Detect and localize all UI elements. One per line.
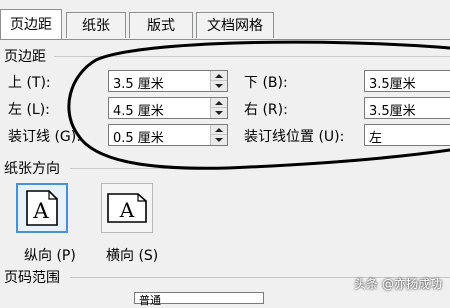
left-margin-spinner[interactable] bbox=[210, 98, 227, 118]
gutter-position-label: 装订线位置 (U): bbox=[244, 129, 345, 145]
tab-paper[interactable]: 纸张 bbox=[66, 12, 126, 38]
margins-group-title: 页边距 bbox=[4, 49, 46, 65]
bottom-margin-field[interactable]: 3.5厘米 bbox=[364, 70, 450, 92]
portrait-label: 纵向 (P) bbox=[24, 248, 76, 264]
top-margin-label: 上 (T): bbox=[8, 75, 51, 91]
gutter-label: 装订线 (G): bbox=[8, 129, 81, 145]
left-margin-field[interactable]: 4.5 厘米 bbox=[108, 97, 228, 119]
gutter-value: 0.5 厘米 bbox=[113, 131, 164, 146]
landscape-icon-letter: A bbox=[119, 198, 135, 222]
right-margin-value: 3.5厘米 bbox=[369, 104, 416, 119]
left-margin-value: 4.5 厘米 bbox=[113, 104, 164, 119]
tab-document-grid[interactable]: 文档网格 bbox=[196, 12, 274, 38]
bottom-margin-label: 下 (B): bbox=[244, 75, 288, 91]
spin-down-icon[interactable] bbox=[211, 108, 227, 118]
top-margin-value: 3.5 厘米 bbox=[113, 77, 164, 92]
margins-group-divider bbox=[54, 56, 450, 57]
spin-up-icon[interactable] bbox=[211, 71, 227, 81]
gutter-field[interactable]: 0.5 厘米 bbox=[108, 124, 228, 146]
bottom-margin-value: 3.5厘米 bbox=[369, 77, 416, 92]
orientation-group-divider bbox=[70, 168, 190, 169]
orientation-group-title: 纸张方向 bbox=[4, 161, 60, 177]
multiple-pages-value: 普通 bbox=[139, 294, 161, 307]
right-margin-field[interactable]: 3.5厘米 bbox=[364, 97, 450, 119]
landscape-label: 横向 (S) bbox=[106, 248, 159, 264]
tab-strip: 页边距 纸张 版式 文档网格 bbox=[0, 0, 450, 40]
multiple-pages-select[interactable]: 普通 bbox=[134, 292, 264, 307]
gutter-position-value: 左 bbox=[369, 131, 383, 146]
pages-group-title: 页码范围 bbox=[4, 270, 60, 286]
tab-margins[interactable]: 页边距 bbox=[0, 9, 62, 40]
gutter-spinner[interactable] bbox=[210, 125, 227, 145]
left-margin-label: 左 (L): bbox=[8, 102, 50, 118]
top-margin-field[interactable]: 3.5 厘米 bbox=[108, 70, 228, 92]
portrait-button[interactable]: A bbox=[16, 183, 68, 233]
tab-divider bbox=[0, 39, 450, 40]
spin-down-icon[interactable] bbox=[211, 135, 227, 145]
spin-down-icon[interactable] bbox=[211, 81, 227, 91]
spin-up-icon[interactable] bbox=[211, 98, 227, 108]
landscape-button[interactable]: A bbox=[101, 183, 153, 233]
top-margin-spinner[interactable] bbox=[210, 71, 227, 91]
spin-up-icon[interactable] bbox=[211, 125, 227, 135]
right-margin-label: 右 (R): bbox=[244, 102, 288, 118]
watermark: 头条 @亦扬成功 bbox=[354, 277, 442, 291]
landscape-page-icon: A bbox=[107, 193, 147, 223]
tab-layout[interactable]: 版式 bbox=[129, 12, 193, 38]
gutter-position-select[interactable]: 左 bbox=[364, 124, 450, 146]
portrait-page-icon: A bbox=[26, 190, 58, 226]
portrait-icon-letter: A bbox=[32, 199, 49, 223]
